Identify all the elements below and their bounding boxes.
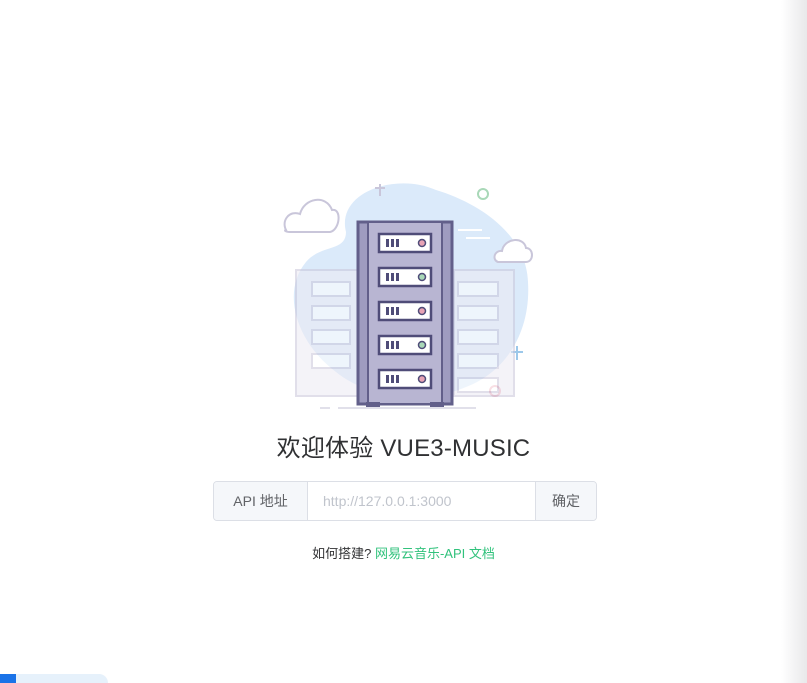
welcome-title: 欢迎体验 VUE3-MUSIC	[276, 435, 531, 462]
bottom-bar-accent	[0, 674, 16, 683]
api-docs-link[interactable]: 网易云音乐-API 文档	[375, 546, 495, 561]
api-address-label: API 地址	[214, 482, 308, 520]
bottom-bar-track	[16, 674, 108, 683]
server-rack-illustration	[283, 183, 533, 409]
side-panel-shadow	[781, 0, 807, 683]
welcome-page: 欢迎体验 VUE3-MUSIC API 地址 确定 如何搭建? 网易云音乐-AP…	[0, 0, 807, 683]
confirm-button[interactable]: 确定	[535, 482, 596, 520]
help-line: 如何搭建? 网易云音乐-API 文档	[0, 543, 807, 562]
api-address-input[interactable]	[308, 482, 535, 520]
bottom-progress-bar	[0, 674, 110, 683]
api-address-group: API 地址 确定	[213, 481, 597, 521]
help-question: 如何搭建?	[312, 546, 372, 561]
